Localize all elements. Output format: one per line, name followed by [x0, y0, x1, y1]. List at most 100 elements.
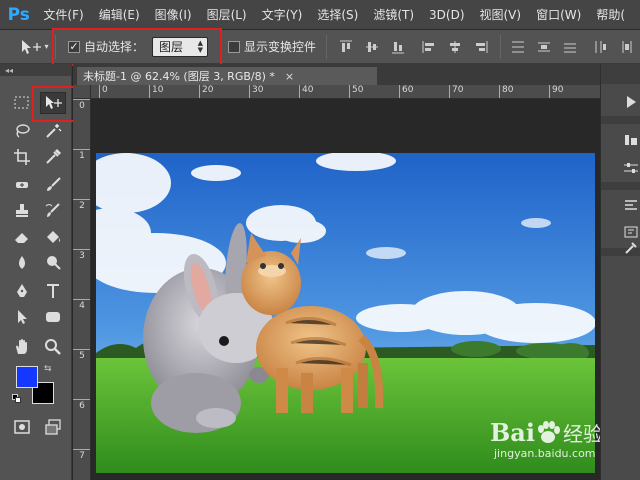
distribute-left-button[interactable] [593, 39, 609, 55]
menu-file[interactable]: 文件(F) [43, 6, 83, 23]
photoshop-logo: Ps [7, 4, 30, 25]
type-tool[interactable] [40, 280, 66, 302]
highlight-auto-select [52, 28, 222, 66]
healing-brush-icon [16, 182, 28, 188]
menu-filter[interactable]: 滤镜(T) [373, 6, 414, 23]
align-bottom-edges-button[interactable] [390, 39, 406, 55]
pen-icon [17, 284, 27, 297]
type-icon [47, 284, 59, 298]
tools-preset-icon[interactable] [623, 240, 639, 256]
vertical-ruler[interactable]: 0 1 2 3 4 5 6 7 [73, 99, 91, 480]
paragraph-icon[interactable] [623, 198, 639, 214]
paint-bucket-tool[interactable] [40, 226, 66, 248]
quick-mask-icon [14, 420, 30, 434]
panel-separator [601, 182, 640, 190]
screen-mode-button[interactable] [40, 416, 66, 438]
sliders-icon[interactable] [623, 160, 639, 176]
menu-edit[interactable]: 编辑(E) [99, 6, 140, 23]
ruler-label: 30 [249, 85, 263, 98]
document-title: 未标题-1 @ 62.4% (图层 3, RGB/8) * [83, 70, 275, 83]
align-right-edges-button[interactable] [473, 39, 489, 55]
move-tool-icon [22, 39, 42, 54]
swap-colors-icon[interactable]: ⇆ [44, 364, 52, 374]
blur-icon [19, 256, 25, 269]
menu-help[interactable]: 帮助( [596, 6, 625, 23]
align-top-icon [340, 40, 352, 52]
shape-tool[interactable] [40, 306, 66, 328]
tools-panel-collapse[interactable]: ◂◂ [0, 64, 71, 76]
menu-type[interactable]: 文字(Y) [262, 6, 303, 23]
chevron-down-icon: ▾ [44, 42, 49, 51]
healing-brush-tool[interactable] [9, 174, 35, 196]
close-icon[interactable]: × [285, 70, 294, 83]
divider [500, 34, 501, 59]
ruler-label: 2 [73, 199, 90, 211]
align-horizontal-centers-button[interactable] [447, 39, 463, 55]
quick-mask-button[interactable] [9, 416, 35, 438]
show-transform-group: 显示变换控件 [227, 38, 316, 55]
lasso-tool[interactable] [9, 120, 35, 142]
panel-collapse-bar[interactable] [601, 64, 640, 84]
distribute-left-icon [595, 40, 606, 53]
dodge-tool[interactable] [40, 252, 66, 274]
history-brush-tool[interactable] [40, 200, 66, 222]
ruler-label: 3 [73, 249, 90, 261]
foreground-color-swatch[interactable] [16, 366, 38, 388]
show-transform-checkbox[interactable] [227, 40, 240, 53]
tool-preset-picker[interactable]: ▾ [18, 35, 51, 59]
eyedropper-icon [46, 148, 62, 164]
ruler-label: 40 [299, 85, 313, 98]
ruler-label: 60 [399, 85, 413, 98]
path-selection-icon [18, 310, 27, 324]
distribute-hcenter-icon [622, 40, 632, 53]
menu-window[interactable]: 窗口(W) [536, 6, 581, 23]
menu-view[interactable]: 视图(V) [480, 6, 522, 23]
crop-tool[interactable] [9, 146, 35, 168]
ruler-label: 1 [73, 149, 90, 161]
menu-3d[interactable]: 3D(D) [429, 8, 464, 22]
distribute-hcenter-button[interactable] [619, 39, 635, 55]
document-tab[interactable]: 未标题-1 @ 62.4% (图层 3, RGB/8) * × [77, 67, 377, 85]
brush-tool[interactable] [40, 174, 66, 196]
clone-stamp-tool[interactable] [9, 200, 35, 222]
align-top-edges-button[interactable] [338, 39, 354, 55]
menu-select[interactable]: 选择(S) [317, 6, 358, 23]
distribute-bottom-icon [564, 43, 576, 52]
ruler-origin[interactable] [73, 85, 91, 99]
tools-panel: ◂◂ ⇆ [0, 64, 72, 480]
eraser-tool[interactable] [9, 226, 35, 248]
double-chevron-icon: ◂◂ [5, 65, 14, 75]
default-colors-icon[interactable] [12, 394, 22, 404]
align-bottom-icon [392, 41, 404, 53]
hand-tool[interactable] [9, 336, 35, 358]
pen-tool[interactable] [9, 280, 35, 302]
adjustments-icon[interactable] [623, 132, 639, 148]
character-icon[interactable] [623, 224, 639, 240]
watermark-brand-suffix: 经验 [562, 422, 603, 446]
marquee-icon [14, 96, 29, 109]
blur-tool[interactable] [9, 252, 35, 274]
ruler-label: 7 [73, 449, 90, 461]
align-vertical-centers-button[interactable] [364, 39, 380, 55]
distribute-vcenter-icon [538, 42, 550, 51]
magic-wand-icon [46, 124, 62, 138]
ruler-label: 70 [449, 85, 463, 98]
zoom-tool[interactable] [40, 336, 66, 358]
paint-bucket-icon [47, 231, 60, 243]
menu-image[interactable]: 图像(I) [155, 6, 192, 23]
path-selection-tool[interactable] [9, 306, 35, 328]
menu-layer[interactable]: 图层(L) [207, 6, 247, 23]
distribute-vcenter-button[interactable] [536, 39, 552, 55]
align-hcenter-icon [450, 40, 460, 53]
distribute-top-button[interactable] [510, 39, 526, 55]
distribute-bottom-button[interactable] [562, 39, 578, 55]
horizontal-ruler[interactable]: 0 10 20 30 40 50 60 70 80 90 [91, 85, 600, 99]
align-left-edges-button[interactable] [421, 39, 437, 55]
play-icon[interactable] [623, 94, 639, 110]
ruler-label: 0 [99, 85, 108, 98]
magic-wand-tool[interactable] [40, 120, 66, 142]
divider [326, 34, 327, 59]
align-vcenter-icon [366, 41, 378, 52]
eyedropper-tool[interactable] [40, 146, 66, 168]
right-panel-dock [600, 64, 640, 480]
